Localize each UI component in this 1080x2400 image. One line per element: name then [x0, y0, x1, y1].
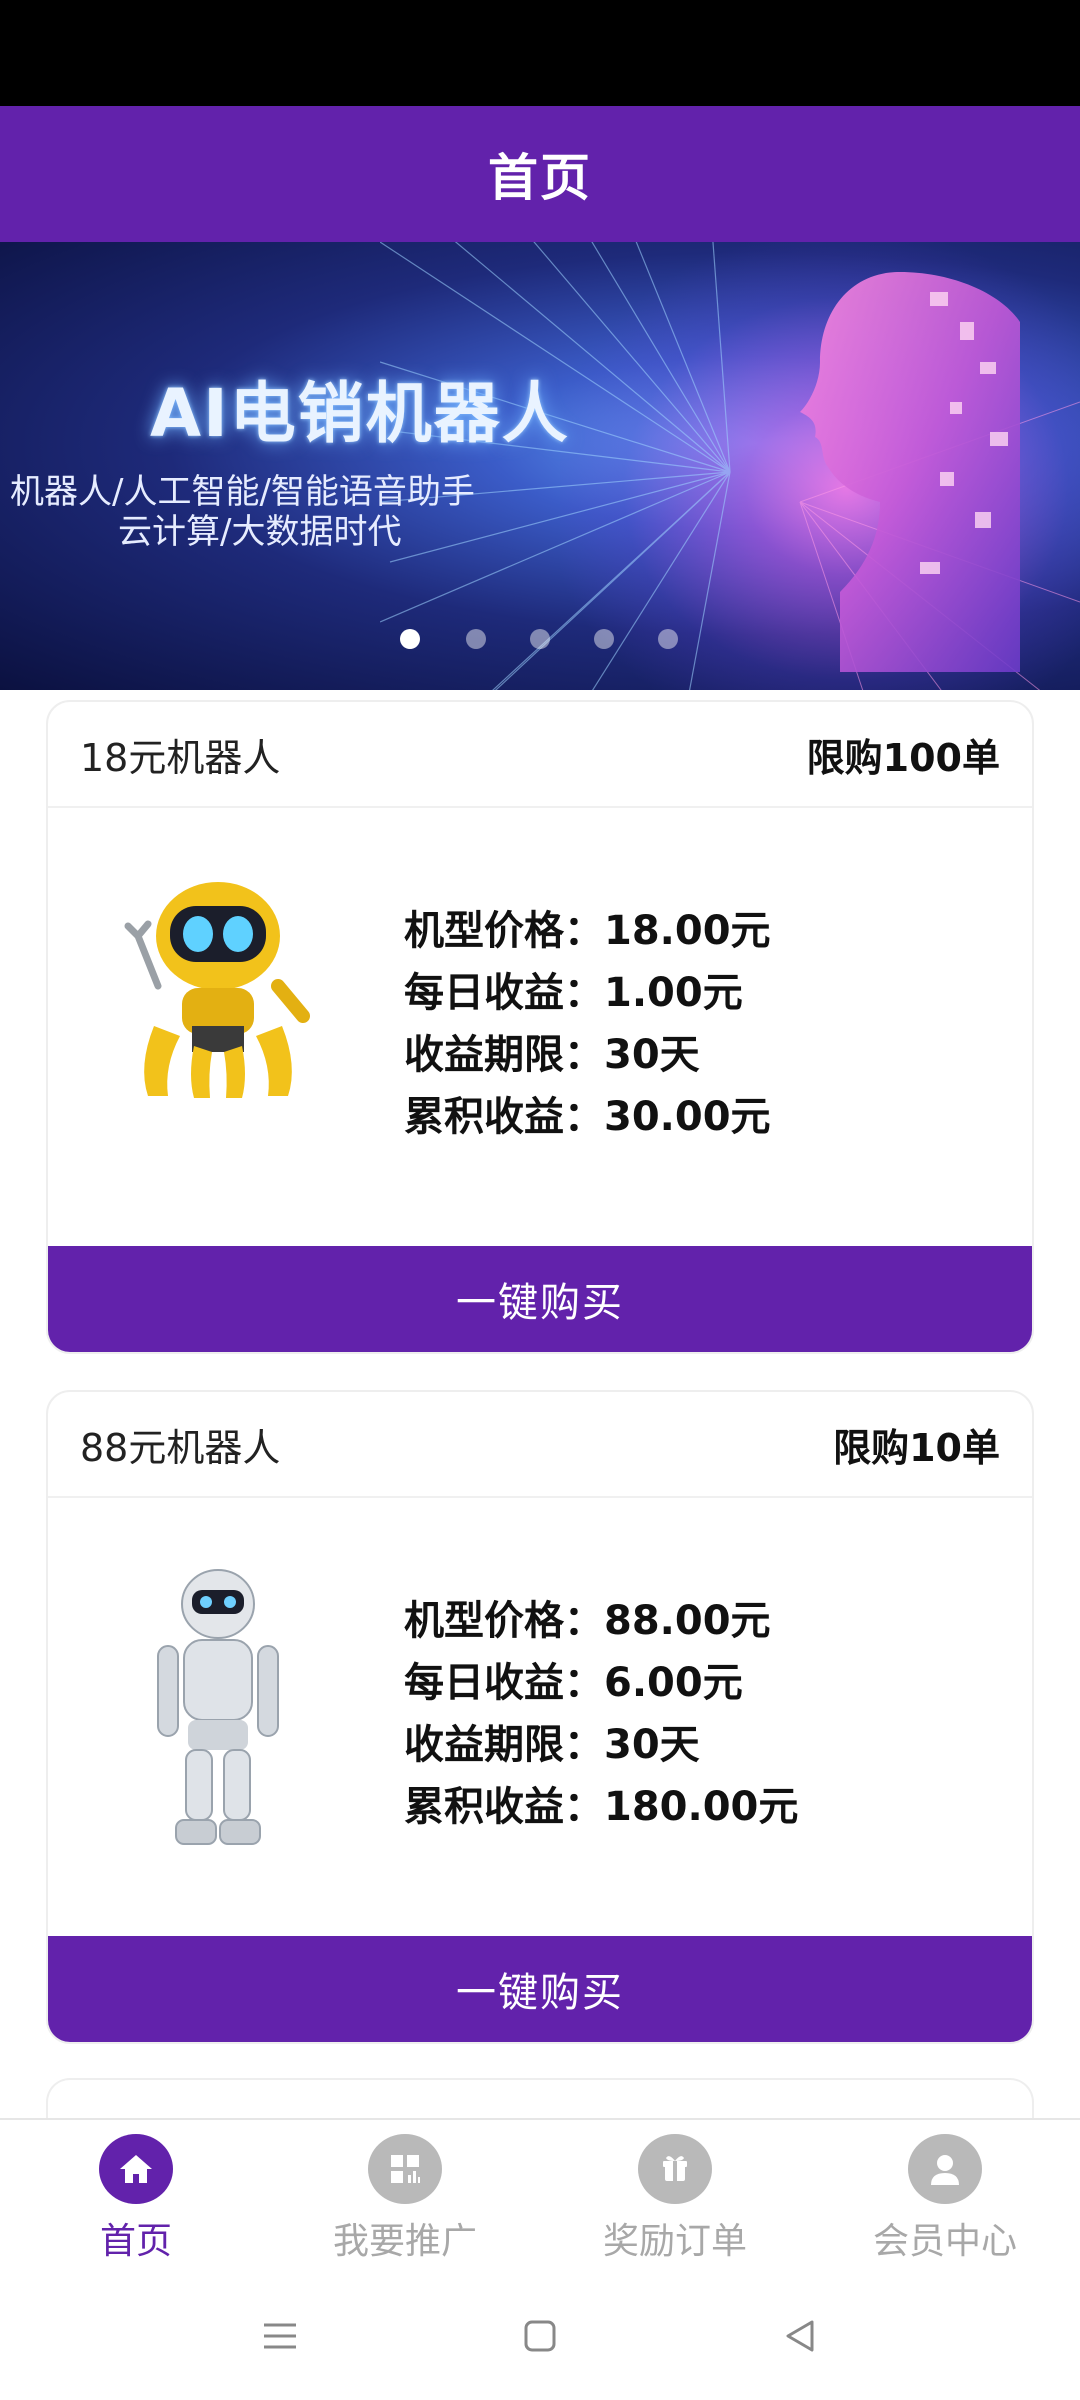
tab-member-center[interactable]: 会员中心: [855, 2134, 1035, 2264]
carousel-dot[interactable]: [594, 629, 614, 649]
tab-promote[interactable]: 我要推广: [315, 2134, 495, 2264]
purchase-limit: 限购10单: [833, 1425, 1000, 1470]
spec-total-income: 累积收益：30.00元: [404, 1094, 771, 1140]
carousel-dot[interactable]: [530, 629, 550, 649]
product-card: 18元机器人 限购100单 机型价格：18.00元 每日收益：1.00元 收益期…: [46, 700, 1034, 1354]
silver-robot-image: [157, 1569, 279, 1845]
buy-button[interactable]: 一键购买: [48, 1936, 1032, 2042]
product-specs: 机型价格：88.00元 每日收益：6.00元 收益期限：30天 累积收益：180…: [404, 1590, 798, 1838]
spec-income-period: 收益期限：30天: [404, 1722, 700, 1768]
banner-carousel[interactable]: AI电销机器人 机器人/人工智能/智能语音助手 云计算/大数据时代: [0, 242, 1080, 690]
yellow-robot-image: [124, 882, 310, 1098]
product-card-header: 88元机器人 限购10单: [48, 1392, 1032, 1498]
user-icon: [908, 2134, 982, 2204]
carousel-dot[interactable]: [658, 629, 678, 649]
product-name: 18元机器人: [80, 735, 281, 780]
spec-daily-income: 每日收益：1.00元: [404, 970, 743, 1016]
product-card-header: 18元机器人 限购100单: [48, 702, 1032, 808]
product-card: 88元机器人 限购10单 机型价格：88.00元 每日收益：6.00元 收益期限…: [46, 1390, 1034, 2044]
spec-total-income: 累积收益：180.00元: [404, 1784, 799, 1830]
bottom-tab-bar: 首页 我要推广 奖励订单 会员中心: [0, 2118, 1080, 2270]
gift-order-icon: [638, 2134, 712, 2204]
banner-headline: AI电销机器人: [150, 375, 570, 452]
tab-label: 会员中心: [872, 2221, 1017, 2262]
banner-subtitle-2: 云计算/大数据时代: [118, 512, 402, 552]
tab-label: 首页: [99, 2221, 172, 2262]
spec-price: 机型价格：18.00元: [404, 908, 771, 954]
home-icon: [99, 2134, 173, 2204]
app-header: 首页: [0, 106, 1080, 242]
ai-face-illustration: [800, 272, 1020, 672]
product-card-body: 机型价格：18.00元 每日收益：1.00元 收益期限：30天 累积收益：30.…: [48, 808, 1032, 1246]
tab-label: 我要推广: [332, 2221, 477, 2262]
product-card-partial: [46, 2078, 1034, 2118]
product-specs: 机型价格：18.00元 每日收益：1.00元 收益期限：30天 累积收益：30.…: [404, 900, 771, 1148]
spec-income-period: 收益期限：30天: [404, 1032, 700, 1078]
spec-price: 机型价格：88.00元: [404, 1598, 771, 1644]
status-bar: [0, 0, 1080, 106]
home-square-icon[interactable]: [510, 2306, 570, 2366]
spec-daily-income: 每日收益：6.00元: [404, 1660, 743, 1706]
page-title: 首页: [488, 149, 592, 207]
tab-reward-orders[interactable]: 奖励订单: [585, 2134, 765, 2264]
purchase-limit: 限购100单: [806, 735, 1000, 780]
buy-button[interactable]: 一键购买: [48, 1246, 1032, 1352]
carousel-dot[interactable]: [400, 629, 420, 649]
menu-icon[interactable]: [250, 2306, 310, 2366]
back-triangle-icon[interactable]: [770, 2306, 830, 2366]
product-name: 88元机器人: [80, 1425, 281, 1470]
promote-icon: [368, 2134, 442, 2204]
product-card-body: 机型价格：88.00元 每日收益：6.00元 收益期限：30天 累积收益：180…: [48, 1498, 1032, 1936]
carousel-indicator: [0, 624, 1080, 654]
system-navigation-bar: [0, 2270, 1080, 2400]
tab-home[interactable]: 首页: [46, 2134, 226, 2264]
tab-label: 奖励订单: [602, 2221, 747, 2262]
carousel-dot[interactable]: [466, 629, 486, 649]
